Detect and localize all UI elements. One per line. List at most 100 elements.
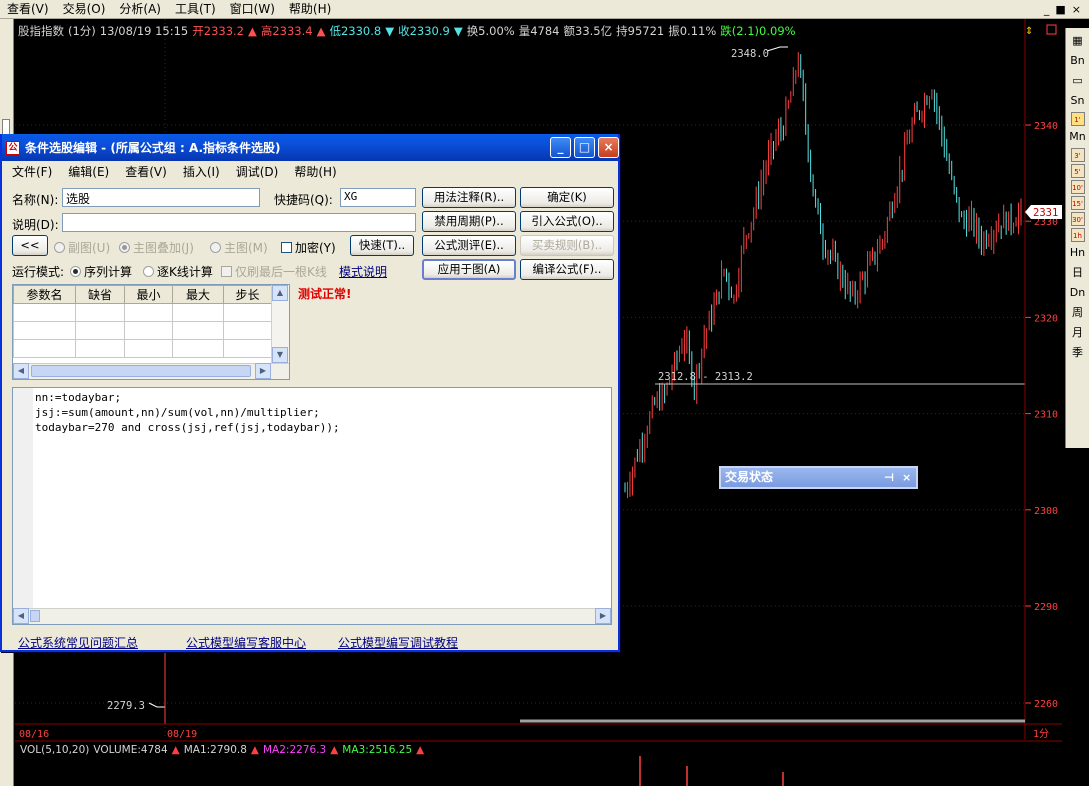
maximize-icon[interactable]: □: [574, 137, 595, 158]
period-1min-icon[interactable]: 1': [1070, 112, 1085, 126]
name-label: 名称(N):: [12, 193, 59, 207]
checkbox-icon: [281, 242, 292, 253]
scroll-right-icon[interactable]: ▶: [595, 608, 611, 624]
main-menubar: 查看(V) 交易(O) 分析(A) 工具(T) 窗口(W) 帮助(H) _ ■ …: [0, 0, 1089, 19]
scroll-right-icon[interactable]: ▶: [255, 363, 271, 379]
scroll-left-icon[interactable]: ◀: [13, 363, 29, 379]
toolbar-grid-icon[interactable]: ▦: [1069, 32, 1087, 50]
menu-tools[interactable]: 工具(T): [168, 0, 223, 19]
minimize-icon[interactable]: _: [550, 137, 571, 158]
scroll-up-icon[interactable]: ▲: [272, 285, 288, 301]
checkbox-last-kline[interactable]: 仅刷最后一根K线: [221, 263, 327, 280]
trade-rule-button[interactable]: 买卖规则(B)..: [520, 235, 614, 256]
dmenu-edit[interactable]: 编辑(E): [60, 163, 117, 180]
period-5min[interactable]: 5': [1070, 164, 1085, 178]
radio-overlay[interactable]: 主图叠加(J): [119, 239, 194, 256]
menu-window[interactable]: 窗口(W): [223, 0, 282, 19]
table-row[interactable]: [13, 321, 272, 340]
open-price: 开2333.2: [192, 24, 244, 38]
param-grid[interactable]: 参数名 缺省 最小 最大 步长 ▲ ▼ ◀ ▶: [12, 284, 290, 380]
shortcut-input[interactable]: XG: [340, 188, 416, 207]
dmenu-debug[interactable]: 调试(D): [228, 163, 287, 180]
period-15min[interactable]: 15': [1070, 196, 1085, 210]
compile-formula-button[interactable]: 编译公式(F)..: [520, 259, 614, 280]
mdi-minimize-icon[interactable]: _: [1044, 3, 1050, 16]
period-month[interactable]: 月: [1069, 324, 1087, 342]
dmenu-help[interactable]: 帮助(H): [286, 163, 344, 180]
toolbar-chart-icon[interactable]: ▭: [1069, 72, 1087, 90]
mdi-close-icon[interactable]: ×: [1072, 3, 1081, 16]
period-hn[interactable]: Hn: [1069, 244, 1087, 262]
trade-status-window[interactable]: 交易状态 ⊣ ×: [719, 466, 918, 489]
support-link[interactable]: 公式模型编写客服中心: [186, 634, 306, 651]
disable-period-button[interactable]: 禁用周期(P)..: [422, 211, 516, 232]
apply-to-chart-button[interactable]: 应用于图(A): [422, 259, 516, 280]
period-1h[interactable]: 1h: [1070, 228, 1085, 242]
name-input[interactable]: 选股: [62, 188, 260, 207]
menu-view[interactable]: 查看(V): [0, 0, 56, 19]
period-sn[interactable]: Sn: [1069, 92, 1087, 110]
formula-code[interactable]: nn:=todaybar; jsj:=sum(amount,nn)/sum(vo…: [35, 390, 340, 435]
faq-link[interactable]: 公式系统常见问题汇总: [18, 634, 138, 651]
formula-test-button[interactable]: 公式测评(E)..: [422, 235, 516, 256]
desc-input[interactable]: [62, 213, 416, 232]
run-mode-label: 运行模式:: [12, 265, 65, 279]
up-arrow-icon: ▲: [316, 24, 326, 38]
editor-hscroll[interactable]: [13, 608, 611, 624]
period-bn[interactable]: Bn: [1069, 52, 1087, 70]
radio-overlay-icon: [119, 242, 130, 253]
import-formula-button[interactable]: 引入公式(O)..: [520, 211, 614, 232]
usage-note-button[interactable]: 用法注释(R)..: [422, 187, 516, 208]
dialog-titlebar[interactable]: 公 条件选股编辑 - (所属公式组 : A.指标条件选股) _ □ ×: [2, 134, 619, 161]
col-max: 最大: [172, 285, 224, 304]
date-label-0819: 08/19: [167, 729, 197, 740]
editor-hscroll-thumb[interactable]: [30, 610, 40, 622]
ok-button[interactable]: 确定(K): [520, 187, 614, 208]
period-mn[interactable]: Mn: [1069, 128, 1087, 146]
vol-volume: VOLUME:4784: [93, 744, 168, 756]
low-price: 低2330.8: [329, 24, 382, 38]
app-icon: 公: [6, 140, 20, 155]
tutorial-link[interactable]: 公式模型编写调试教程: [338, 634, 458, 651]
menu-analysis[interactable]: 分析(A): [112, 0, 168, 19]
menu-trade[interactable]: 交易(O): [56, 0, 113, 19]
grid-hscroll-thumb[interactable]: [31, 365, 251, 377]
period-3min[interactable]: 3': [1070, 148, 1085, 162]
close-icon[interactable]: ×: [598, 137, 619, 158]
scroll-left-icon[interactable]: ◀: [13, 608, 29, 624]
period-dn[interactable]: Dn: [1069, 284, 1087, 302]
up-arrow-icon: ▲: [248, 24, 257, 38]
close-icon[interactable]: ×: [902, 468, 911, 487]
scroll-down-icon[interactable]: ▼: [272, 347, 288, 363]
dmenu-file[interactable]: 文件(F): [4, 163, 60, 180]
period-week[interactable]: 周: [1069, 304, 1087, 322]
period-10min[interactable]: 10': [1070, 180, 1085, 194]
pin-icon[interactable]: ⊣: [884, 468, 894, 487]
period-season[interactable]: 季: [1069, 344, 1087, 362]
formula-code-editor[interactable]: nn:=todaybar; jsj:=sum(amount,nn)/sum(vo…: [12, 387, 612, 625]
menu-help[interactable]: 帮助(H): [282, 0, 338, 19]
mode-help-link[interactable]: 模式说明: [339, 263, 387, 280]
encrypt-checkbox[interactable]: 加密(Y): [281, 239, 336, 256]
radio-mode-kline[interactable]: 逐K线计算: [143, 263, 213, 280]
period-day[interactable]: 日: [1069, 264, 1087, 282]
table-row[interactable]: [13, 339, 272, 358]
up-arrow-icon: ▲: [416, 744, 425, 756]
price-axis-label: 2340: [1034, 121, 1058, 132]
chart-tool-icon[interactable]: ⇕: [1025, 26, 1033, 37]
dmenu-view[interactable]: 查看(V): [117, 163, 175, 180]
down-arrow-icon: ▼: [385, 24, 395, 38]
mdi-restore-icon[interactable]: ■: [1055, 3, 1065, 16]
radio-main[interactable]: 主图(M): [210, 239, 268, 256]
collapse-button[interactable]: <<: [12, 235, 48, 256]
quick-button[interactable]: 快速(T)..: [350, 235, 414, 256]
period-30min[interactable]: 30': [1070, 212, 1085, 226]
dmenu-insert[interactable]: 插入(I): [175, 163, 228, 180]
turnover-rate: 换5.00%: [466, 24, 515, 38]
table-row[interactable]: [13, 303, 272, 322]
radio-subgraph[interactable]: 副图(U): [54, 239, 110, 256]
amplitude-value: 振0.11%: [668, 24, 717, 38]
radio-mode-seq[interactable]: 序列计算: [70, 263, 132, 280]
period-tab[interactable]: 1分: [1033, 728, 1049, 740]
chart-maximize-icon[interactable]: [1046, 24, 1057, 35]
